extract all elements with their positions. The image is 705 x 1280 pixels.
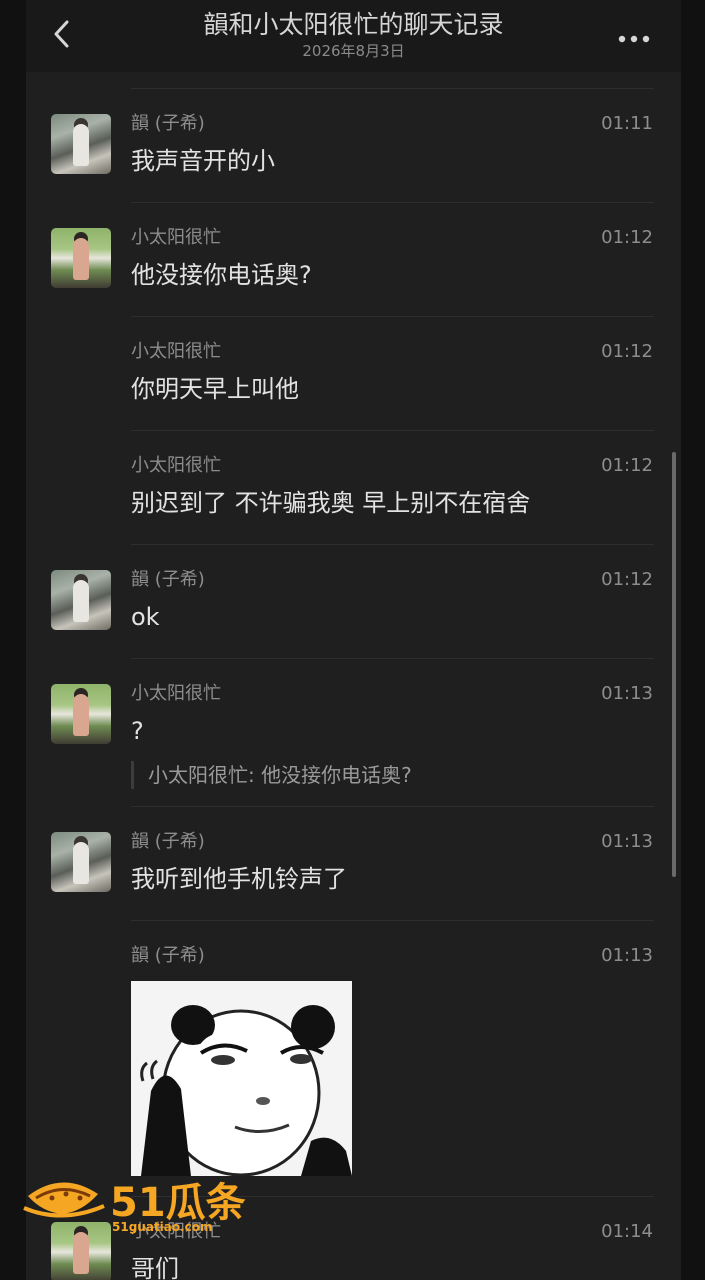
more-button[interactable] — [617, 30, 651, 43]
message-item[interactable]: 小太阳很忙 01:12 他没接你电话奥? — [26, 202, 681, 317]
message-text: ? — [131, 717, 144, 745]
sender-name: 小太阳很忙 — [131, 455, 221, 476]
message-text: 我听到他手机铃声了 — [131, 865, 347, 893]
quoted-message[interactable]: 小太阳很忙: 他没接你电话奥? — [131, 761, 412, 789]
message-time: 01:11 — [601, 113, 653, 134]
avatar[interactable] — [51, 114, 111, 174]
sender-name: 小太阳很忙 — [131, 227, 221, 248]
message-time: 01:13 — [601, 683, 653, 704]
message-item[interactable]: 韻 (子希) 01:11 我声音开的小 — [26, 88, 681, 203]
message-time: 01:12 — [601, 569, 653, 590]
watermark-logo: 51瓜条 51guatiao.com — [22, 1168, 252, 1240]
chevron-left-icon — [54, 20, 69, 48]
avatar[interactable] — [51, 832, 111, 892]
message-time: 01:14 — [601, 1221, 653, 1242]
sender-name: 韻 (子希) — [131, 831, 205, 852]
more-dots-icon — [618, 35, 650, 43]
message-text: 哥们 — [131, 1255, 179, 1280]
message-item[interactable]: 韻 (子希) 01:13 — [26, 920, 681, 1197]
message-text: 别迟到了 不许骗我奥 早上别不在宿舍 — [131, 489, 531, 517]
sender-name: 韻 (子希) — [131, 569, 205, 590]
back-button[interactable] — [48, 16, 78, 52]
message-text: 我声音开的小 — [131, 147, 275, 175]
sender-name: 小太阳很忙 — [131, 341, 221, 362]
panda-meme-sticker[interactable] — [131, 981, 352, 1176]
sender-name: 韻 (子希) — [131, 113, 205, 134]
message-text: 你明天早上叫他 — [131, 375, 299, 403]
scrollbar[interactable] — [672, 452, 676, 877]
message-item[interactable]: 小太阳很忙 01:13 ? 小太阳很忙: 他没接你电话奥? — [26, 658, 681, 807]
header-bar: 韻和小太阳很忙的聊天记录 2026年8月3日 — [26, 0, 681, 72]
chat-history-screen: 韻和小太阳很忙的聊天记录 2026年8月3日 韻 (子希) 01:11 我声音开… — [26, 0, 681, 1280]
message-time: 01:12 — [601, 455, 653, 476]
message-time: 01:13 — [601, 945, 653, 966]
avatar[interactable] — [51, 228, 111, 288]
message-item[interactable]: 小太阳很忙 01:12 别迟到了 不许骗我奥 早上别不在宿舍 — [26, 430, 681, 545]
chat-date: 2026年8月3日 — [302, 42, 405, 60]
watermark-url: 51guatiao.com — [112, 1220, 213, 1234]
sender-name: 韻 (子希) — [131, 945, 205, 966]
avatar[interactable] — [51, 570, 111, 630]
message-time: 01:12 — [601, 227, 653, 248]
message-time: 01:12 — [601, 341, 653, 362]
message-item[interactable]: 韻 (子希) 01:13 我听到他手机铃声了 — [26, 806, 681, 921]
panda-face-icon — [140, 1005, 352, 1176]
message-text: 他没接你电话奥? — [131, 261, 312, 289]
sender-name: 小太阳很忙 — [131, 683, 221, 704]
page-title: 韻和小太阳很忙的聊天记录 — [203, 10, 504, 39]
message-text: ok — [131, 603, 160, 631]
avatar[interactable] — [51, 684, 111, 744]
message-item[interactable]: 小太阳很忙 01:12 你明天早上叫他 — [26, 316, 681, 431]
message-time: 01:13 — [601, 831, 653, 852]
message-item[interactable]: 韻 (子希) 01:12 ok — [26, 544, 681, 659]
